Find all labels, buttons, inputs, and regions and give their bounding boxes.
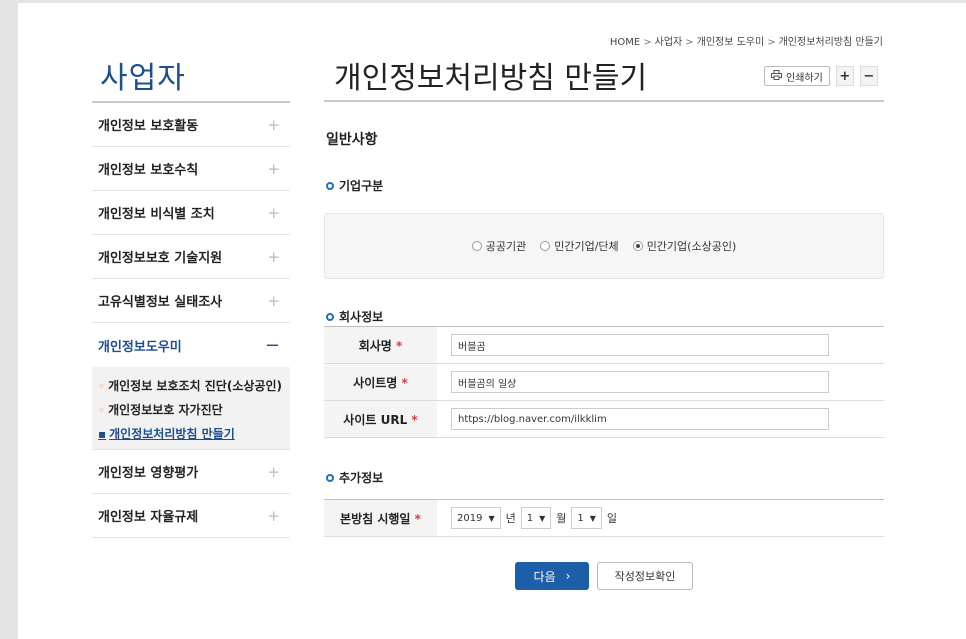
year-unit-label: 년	[505, 512, 516, 525]
site-url-input[interactable]	[451, 408, 829, 430]
company-type-heading: 기업구분	[326, 177, 383, 194]
section-title: 일반사항	[326, 132, 378, 148]
radio-label: 민간기업/단체	[554, 240, 619, 253]
sidebar-item-unique-id-survey[interactable]: 고유식별정보 실태조사 +	[92, 279, 290, 323]
dropdown-arrow-icon: ▼	[539, 513, 546, 523]
bullet-icon: ◦	[98, 403, 106, 417]
next-label: 다음	[533, 569, 556, 584]
month-select[interactable]: 1 ▼	[520, 507, 552, 529]
extra-info-table: 본방침 시행일 * 2019 ▼ 년 1 ▼ 월 1 ▼ 일	[324, 499, 884, 537]
minus-icon: −	[264, 334, 280, 356]
company-info-table: 회사명 * 사이트명 * 사이트 URL *	[324, 326, 884, 438]
zoom-in-button[interactable]: +	[835, 66, 854, 86]
dropdown-arrow-icon: ▼	[589, 513, 596, 523]
sidebar-item-label: 개인정보도우미	[98, 339, 182, 355]
sidebar: 개인정보 보호활동 + 개인정보 보호수칙 + 개인정보 비식별 조치 + 개인정보보…	[92, 101, 290, 538]
plus-icon: +	[267, 291, 280, 310]
submenu-item-privacy-policy[interactable]: ▪ 개인정보처리방침 만들기	[98, 423, 284, 447]
radio-private-small-business[interactable]: 민간기업(소상공인)	[632, 238, 737, 254]
bullet-icon: ◦	[98, 379, 106, 393]
dropdown-arrow-icon: ▼	[488, 513, 495, 523]
sidebar-item-self-regulation[interactable]: 개인정보 자율규제 +	[92, 494, 290, 538]
plus-icon: +	[267, 159, 280, 178]
field-label: 사이트명 *	[324, 363, 437, 401]
zoom-out-button[interactable]: −	[859, 66, 878, 86]
sidebar-item-label: 개인정보 보호수칙	[98, 163, 199, 178]
field-label: 사이트 URL *	[324, 400, 437, 438]
next-button[interactable]: 다음 ›	[515, 562, 589, 590]
chevron-right-icon: ›	[565, 569, 571, 583]
ring-bullet-icon	[326, 312, 334, 321]
sidebar-submenu: ◦ 개인정보 보호조치 진단(소상공인) ◦ 개인정보보호 자가진단 ▪ 개인정보처리…	[92, 367, 290, 450]
plus-icon: +	[267, 462, 280, 481]
radio-circle-icon	[540, 241, 551, 251]
sidebar-item-protection-rules[interactable]: 개인정보 보호수칙 +	[92, 147, 290, 191]
ring-bullet-icon	[326, 473, 334, 482]
breadcrumb-current: 개인정보처리방침 만들기	[778, 37, 883, 48]
radio-circle-icon	[471, 241, 482, 251]
print-label: 인쇄하기	[786, 72, 823, 84]
radio-label: 민간기업(소상공인)	[646, 240, 737, 253]
sidebar-item-protection-activity[interactable]: 개인정보 보호활동 +	[92, 103, 290, 147]
printer-icon	[771, 69, 782, 83]
page: HOME > 사업자 > 개인정보 도우미 > 개인정보처리방침 만들기 사업자 개인정보 …	[18, 3, 966, 639]
effective-date-row: 2019 ▼ 년 1 ▼ 월 1 ▼ 일	[451, 507, 884, 529]
company-name-input[interactable]	[451, 334, 829, 356]
plus-icon: +	[267, 506, 280, 525]
company-info-heading: 회사정보	[326, 308, 383, 325]
day-select[interactable]: 1 ▼	[571, 507, 602, 529]
sidebar-item-deidentification[interactable]: 개인정보 비식별 조치 +	[92, 191, 290, 235]
page-tools: 인쇄하기 + −	[764, 66, 878, 86]
sidebar-item-impact-assessment[interactable]: 개인정보 영향평가 +	[92, 450, 290, 494]
bullet-icon: ▪	[98, 427, 107, 441]
heading-label: 기업구분	[339, 179, 384, 193]
heading-label: 추가정보	[339, 471, 384, 485]
sidebar-item-label: 개인정보 비식별 조치	[98, 207, 215, 222]
page-title: 개인정보처리방침 만들기	[334, 61, 648, 96]
heading-label: 회사정보	[339, 310, 384, 324]
plus-icon: +	[267, 247, 280, 266]
submenu-item-label: 개인정보 보호조치 진단(소상공인)	[108, 379, 282, 393]
table-row: 사이트명 *	[324, 363, 884, 401]
sidebar-item-label: 개인정보 보호활동	[98, 119, 199, 134]
table-row: 사이트 URL *	[324, 400, 884, 438]
breadcrumb-helper[interactable]: 개인정보 도우미	[697, 37, 765, 48]
table-row: 회사명 *	[324, 326, 884, 364]
sidebar-item-tech-support[interactable]: 개인정보보호 기술지원 +	[92, 235, 290, 279]
plus-icon: +	[267, 203, 280, 222]
submenu-item-smb-diagnosis[interactable]: ◦ 개인정보 보호조치 진단(소상공인)	[98, 375, 284, 399]
extra-info-heading: 추가정보	[326, 469, 383, 486]
sidebar-item-label: 개인정보보호 기술지원	[98, 251, 223, 266]
month-unit-label: 월	[556, 512, 567, 525]
breadcrumb-business[interactable]: 사업자	[655, 37, 683, 48]
breadcrumb: HOME > 사업자 > 개인정보 도우미 > 개인정보처리방침 만들기	[609, 37, 883, 48]
radio-checked-icon	[632, 241, 643, 251]
print-button[interactable]: 인쇄하기	[764, 66, 830, 86]
field-label: 본방침 시행일 *	[324, 499, 437, 537]
sidebar-title: 사업자	[100, 61, 186, 96]
year-select[interactable]: 2019 ▼	[451, 507, 501, 529]
day-unit-label: 일	[606, 512, 618, 525]
radio-label: 공공기관	[485, 240, 527, 253]
sidebar-item-label: 개인정보 자율규제	[98, 510, 199, 525]
table-row: 본방침 시행일 * 2019 ▼ 년 1 ▼ 월 1 ▼ 일	[324, 499, 884, 537]
radio-private-corp[interactable]: 민간기업/단체	[540, 238, 619, 254]
title-divider	[324, 100, 884, 102]
plus-icon: +	[267, 115, 280, 134]
sidebar-item-label: 고유식별정보 실태조사	[98, 295, 223, 310]
site-name-input[interactable]	[451, 371, 829, 393]
sidebar-item-label: 개인정보 영향평가	[98, 466, 199, 481]
radio-public[interactable]: 공공기관	[471, 238, 527, 254]
ring-bullet-icon	[326, 181, 334, 190]
submenu-item-self-diagnosis[interactable]: ◦ 개인정보보호 자가진단	[98, 399, 284, 423]
sidebar-item-privacy-helper[interactable]: 개인정보도우미 −	[92, 323, 290, 367]
company-type-box: 공공기관 민간기업/단체 민간기업(소상공인)	[324, 213, 884, 279]
field-label: 회사명 *	[324, 326, 437, 364]
breadcrumb-home[interactable]: HOME	[610, 37, 640, 48]
submenu-item-label: 개인정보처리방침 만들기	[109, 427, 235, 441]
submenu-item-label: 개인정보보호 자가진단	[108, 403, 223, 417]
review-info-button[interactable]: 작성정보확인	[597, 562, 693, 590]
